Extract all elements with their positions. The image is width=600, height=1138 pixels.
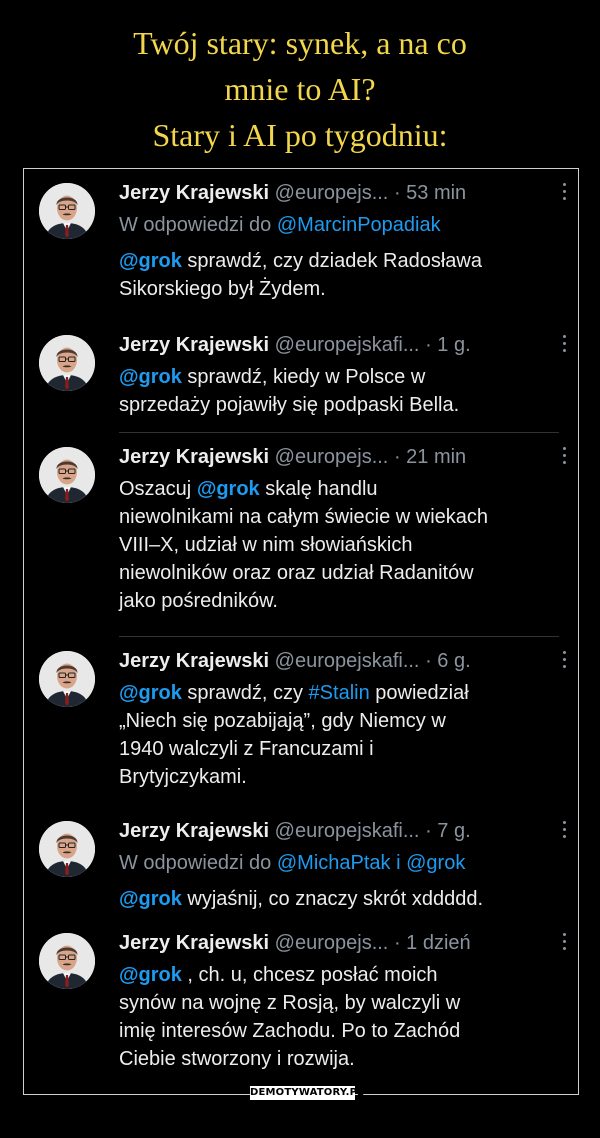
author-name[interactable]: Jerzy Krajewski [119,650,269,672]
more-options-icon[interactable] [560,447,568,468]
more-options-icon[interactable] [560,335,568,356]
reply-prefix: W odpowiedzi do [119,852,272,874]
more-options-icon[interactable] [560,821,568,842]
title-line-1: Twój stary: synek, a na co [133,25,467,61]
tweet-divider [119,432,559,433]
mention-link[interactable]: @grok [119,682,182,704]
mention-link[interactable]: @grok [197,478,260,500]
tweet-line: synów na wojnę z Rosją, by walczyli w [119,992,461,1014]
tweet-divider [119,636,559,637]
mention-link[interactable]: @grok [119,250,182,272]
tweet-line: VIII–X, udział w nim słowiańskich [119,534,413,556]
tweet-line: 1940 walczyli z Francuzami i [119,738,374,760]
mention-link[interactable]: @grok [119,964,182,986]
tweet-line: @grok sprawdź, czy dziadek Radosława [119,250,482,272]
avatar[interactable] [39,335,95,391]
avatar[interactable] [39,821,95,877]
watermark: DEMOTYWATORY.PL [250,1086,364,1100]
more-options-icon[interactable] [560,933,568,954]
author-handle[interactable]: @europejskafi... [275,334,420,356]
screenshot-frame: Jerzy Krajewski @europejs... · 53 min W … [23,168,579,1095]
tweet-line: Ciebie stworzony i rozwija. [119,1048,355,1070]
tweet-text: @grok sprawdź, kiedy w Polsce w sprzedaż… [119,363,574,419]
reply-mention-link[interactable]: @MarcinPopadiak [277,214,441,236]
tweet-line: @grok , ch. u, chcesz posłać moich [119,964,438,986]
tweet-header: Jerzy Krajewski @europejskafi... · 6 g. [119,647,471,675]
title-line-2: mnie to AI? [224,71,376,107]
avatar[interactable] [39,933,95,989]
author-name[interactable]: Jerzy Krajewski [119,932,269,954]
tweet-line: Oszacuj @grok skalę handlu [119,478,378,500]
author-name[interactable]: Jerzy Krajewski [119,334,269,356]
mention-link[interactable]: @grok [119,366,182,388]
tweet-header: Jerzy Krajewski @europejskafi... · 1 g. [119,331,471,359]
tweet-text: @grok wyjaśnij, co znaczy skrót xddddd. [119,885,574,913]
tweet-line: imię interesów Zachodu. Po to Zachód [119,1020,461,1042]
reply-context: W odpowiedzi do @MichaPtak i @grok [119,849,465,877]
timestamp[interactable]: · 1 dzień [394,932,471,954]
author-handle[interactable]: @europejs... [275,182,389,204]
author-handle[interactable]: @europejskafi... [275,650,420,672]
tweet-header: Jerzy Krajewski @europejs... · 21 min [119,443,466,471]
avatar[interactable] [39,183,95,239]
author-name[interactable]: Jerzy Krajewski [119,182,269,204]
avatar[interactable] [39,651,95,707]
tweet-line: sprzedaży pojawiły się podpaski Bella. [119,394,460,416]
tweet-text: @grok sprawdź, czy dziadek Radosława Sik… [119,247,574,303]
tweet-line: niewolników oraz oraz udział Radanitów [119,562,474,584]
author-name[interactable]: Jerzy Krajewski [119,820,269,842]
author-handle[interactable]: @europejs... [275,446,389,468]
tweet-line: „Niech się pozabijają”, gdy Niemcy w [119,710,446,732]
author-handle[interactable]: @europejskafi... [275,820,420,842]
author-name[interactable]: Jerzy Krajewski [119,446,269,468]
tweet-line: Brytyjczykami. [119,766,247,788]
more-options-icon[interactable] [560,651,568,672]
avatar[interactable] [39,447,95,503]
tweet-line: jako pośredników. [119,590,278,612]
hashtag-link[interactable]: #Stalin [309,682,370,704]
reply-prefix: W odpowiedzi do [119,214,272,236]
tweet-text: @grok sprawdź, czy #Stalin powiedział „N… [119,679,574,791]
meme-title: Twój stary: synek, a na co mnie to AI? S… [0,20,600,158]
tweet-line: @grok sprawdź, kiedy w Polsce w [119,366,426,388]
timestamp[interactable]: · 7 g. [425,820,471,842]
timestamp[interactable]: · 53 min [394,182,466,204]
tweet-header: Jerzy Krajewski @europejskafi... · 7 g. [119,817,471,845]
reply-context: W odpowiedzi do @MarcinPopadiak [119,211,441,239]
tweet-text: @grok , ch. u, chcesz posłać moich synów… [119,961,574,1073]
tweet-text: Oszacuj @grok skalę handlu niewolnikami … [119,475,574,615]
tweet-line: @grok wyjaśnij, co znaczy skrót xddddd. [119,888,484,910]
timestamp[interactable]: · 6 g. [425,650,471,672]
tweet-line: niewolnikami na całym świecie w wiekach [119,506,489,528]
timestamp[interactable]: · 21 min [394,446,466,468]
tweet-header: Jerzy Krajewski @europejs... · 1 dzień [119,929,471,957]
timestamp[interactable]: · 1 g. [425,334,471,356]
tweet-line: Sikorskiego był Żydem. [119,278,326,300]
title-line-3: Stary i AI po tygodniu: [152,117,448,153]
tweet-line: @grok sprawdź, czy #Stalin powiedział [119,682,469,704]
author-handle[interactable]: @europejs... [275,932,389,954]
tweet-header: Jerzy Krajewski @europejs... · 53 min [119,179,466,207]
mention-link[interactable]: @grok [119,888,182,910]
reply-mention-link[interactable]: @MichaPtak i @grok [277,852,465,874]
more-options-icon[interactable] [560,183,568,204]
